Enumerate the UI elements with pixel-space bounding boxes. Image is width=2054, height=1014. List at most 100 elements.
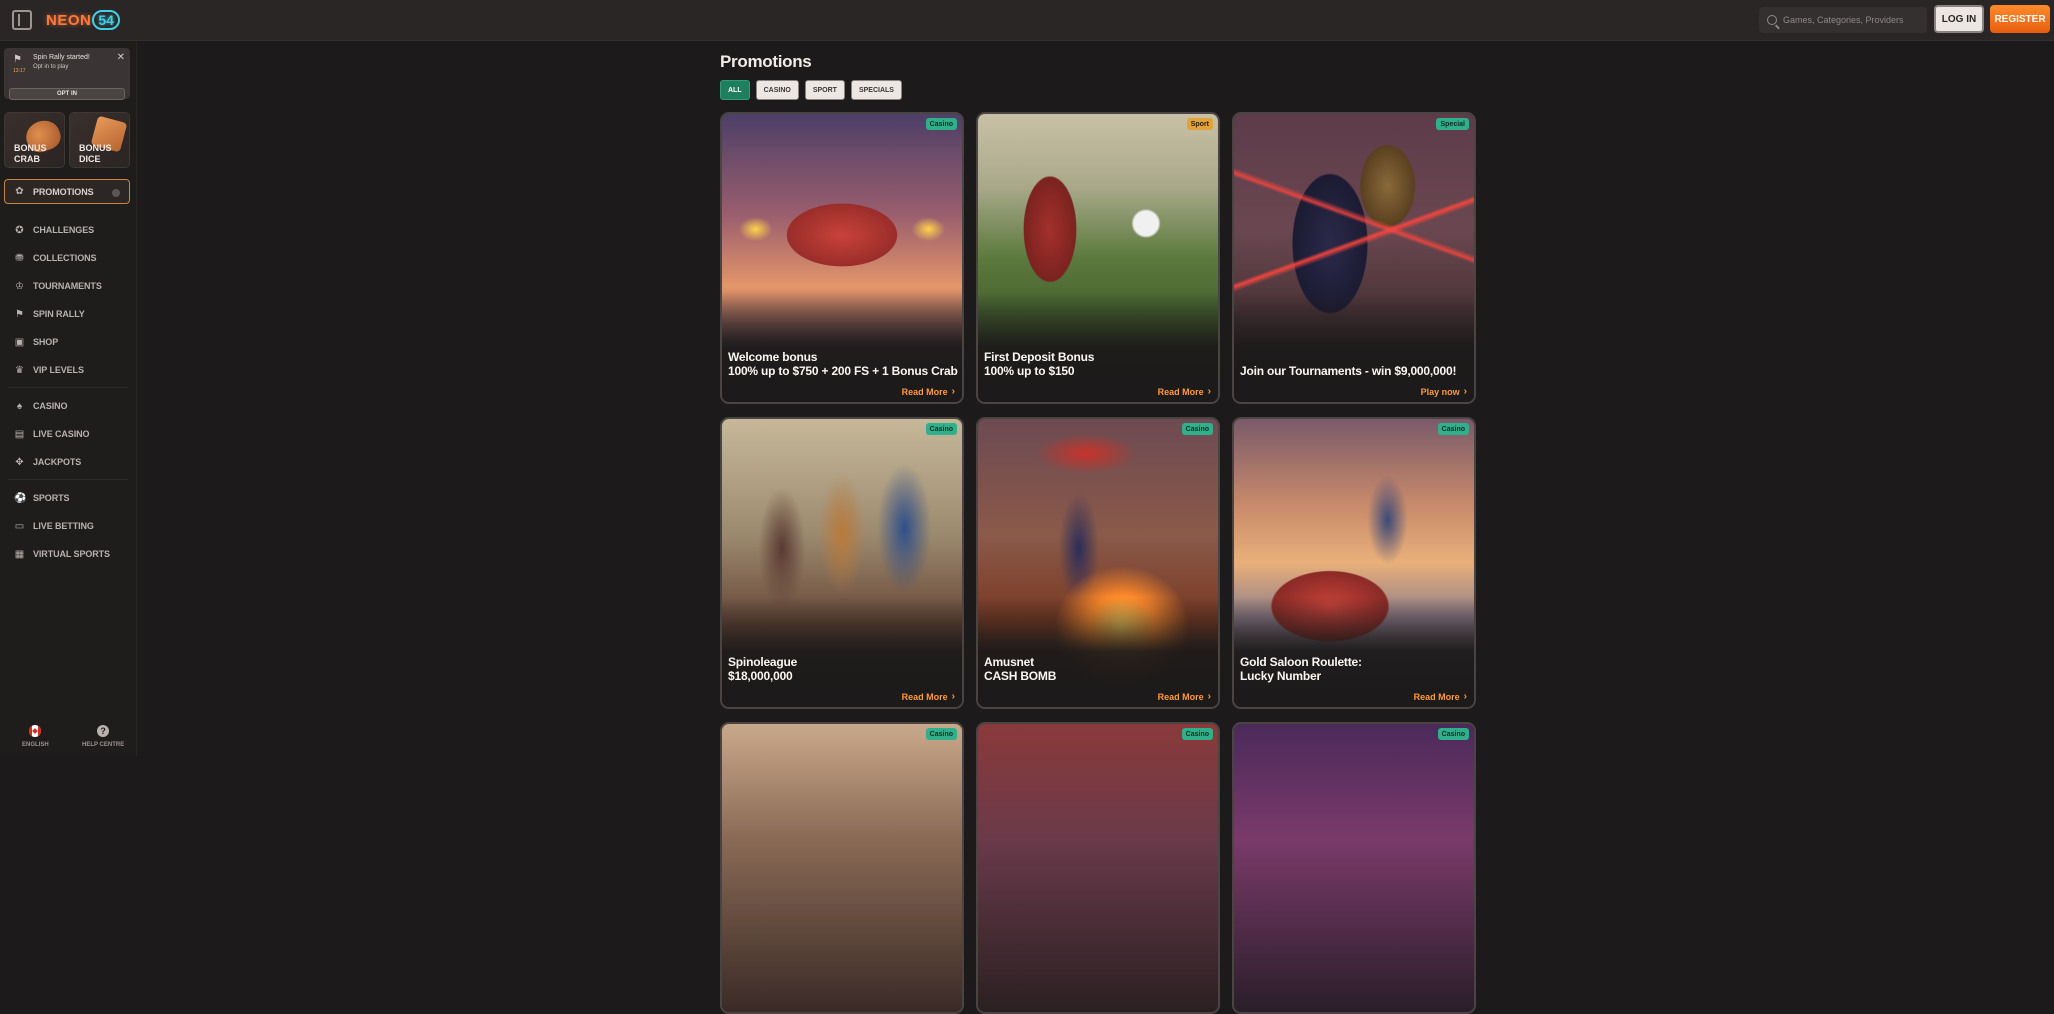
casino-icon: ♠ xyxy=(16,400,23,412)
language-selector[interactable]: ENGLISH xyxy=(22,725,49,748)
help-icon: ? xyxy=(97,725,110,737)
filter-casino[interactable]: CASINO xyxy=(755,80,799,100)
sidebar-toggle-icon[interactable] xyxy=(12,10,32,30)
card-title: Spinoleague $18,000,000 xyxy=(728,655,960,683)
status-dot xyxy=(112,189,120,197)
card-title: Gold Saloon Roulette: Lucky Number xyxy=(1240,655,1472,683)
sidebar-item-label: LIVE CASINO xyxy=(33,429,90,439)
card-title: Amusnet CASH BOMB xyxy=(984,655,1216,683)
sidebar-item-label: JACKPOTS xyxy=(33,457,82,467)
search-box[interactable] xyxy=(1759,7,1927,33)
sidebar-item-live-betting[interactable]: ▭ LIVE BETTING xyxy=(14,519,94,533)
sidebar: ⚑ 13:17 Spin Rally started! Opt in to pl… xyxy=(0,41,137,756)
card-title-line: 100% up to $150 xyxy=(984,364,1075,378)
opt-in-button[interactable]: OPT IN xyxy=(9,88,125,100)
filter-sport[interactable]: SPORT xyxy=(804,80,845,100)
category-badge: Special xyxy=(1436,118,1469,130)
read-more-link[interactable]: Read More › xyxy=(902,691,955,702)
sidebar-item-label: TOURNAMENTS xyxy=(33,281,102,291)
promo-card[interactable]: Casino xyxy=(720,722,964,1014)
sidebar-item-vip-levels[interactable]: ♛ VIP LEVELS xyxy=(14,363,84,377)
read-more-link[interactable]: Read More › xyxy=(902,386,955,397)
sidebar-item-label: VIP LEVELS xyxy=(33,365,84,375)
sidebar-item-challenges[interactable]: ✪ CHALLENGES xyxy=(14,223,94,237)
chevron-right-icon: › xyxy=(1207,386,1211,397)
page-title: Promotions xyxy=(720,52,812,71)
ball-icon: ⚽ xyxy=(14,492,27,504)
notification-title: Spin Rally started! xyxy=(33,54,90,61)
sidebar-item-sports[interactable]: ⚽ SPORTS xyxy=(14,491,70,505)
help-centre-link[interactable]: ? HELP CENTRE xyxy=(82,725,124,748)
promo-card[interactable]: Casino Spinoleague $18,000,000 Read More… xyxy=(720,417,964,709)
register-button[interactable]: REGISTER xyxy=(1990,5,2050,33)
cta-label: Read More xyxy=(901,386,948,397)
sidebar-item-jackpots[interactable]: ✥ JACKPOTS xyxy=(14,455,81,469)
promo-card[interactable]: Casino Welcome bonus 100% up to $750 + 2… xyxy=(720,112,964,404)
category-badge: Casino xyxy=(925,118,957,130)
cta-label: Read More xyxy=(1157,386,1204,397)
sidebar-item-casino[interactable]: ♠ CASINO xyxy=(14,399,68,413)
bonus-label: BONUS DICE xyxy=(79,143,112,164)
promo-card[interactable]: Sport First Deposit Bonus 100% up to $15… xyxy=(976,112,1220,404)
virtual-sports-icon: ▦ xyxy=(14,548,25,560)
card-title-line: Welcome bonus xyxy=(728,350,818,364)
chevron-right-icon: › xyxy=(1463,691,1467,702)
bonus-dice-tile[interactable]: BONUS DICE xyxy=(69,112,130,168)
sidebar-item-live-casino[interactable]: ▤ LIVE CASINO xyxy=(14,427,90,441)
sidebar-item-label: SPIN RALLY xyxy=(33,309,85,319)
category-badge: Sport xyxy=(1186,118,1213,130)
read-more-link[interactable]: Read More › xyxy=(1414,691,1467,702)
promo-image xyxy=(1234,724,1474,1012)
sidebar-item-promotions[interactable]: ✿ PROMOTIONS xyxy=(4,179,130,204)
site-logo[interactable]: NEON 54 xyxy=(46,8,120,32)
divider xyxy=(8,479,128,480)
sidebar-item-spin-rally[interactable]: ⚑ SPIN RALLY xyxy=(14,307,85,321)
category-badge: Casino xyxy=(1437,423,1469,435)
cta-label: Read More xyxy=(1413,691,1460,702)
promo-card[interactable]: Casino Amusnet CASH BOMB Read More › xyxy=(976,417,1220,709)
logo-text: NEON xyxy=(46,11,92,29)
play-now-link[interactable]: Play now › xyxy=(1421,386,1467,397)
sidebar-item-label: VIRTUAL SPORTS xyxy=(33,549,110,559)
close-icon[interactable]: ✕ xyxy=(117,52,125,63)
sidebar-item-label: SHOP xyxy=(33,337,59,347)
category-badge: Casino xyxy=(1181,423,1213,435)
trophy-badge-icon: ✪ xyxy=(15,224,24,236)
card-title-line: $18,000,000 xyxy=(728,669,793,683)
filter-all[interactable]: ALL xyxy=(720,80,750,100)
category-badge: Casino xyxy=(925,423,957,435)
filter-specials[interactable]: SPECIALS xyxy=(850,80,902,100)
card-title-line: Lucky Number xyxy=(1240,669,1321,683)
login-button[interactable]: LOG IN xyxy=(1934,5,1984,33)
promo-card[interactable]: Casino xyxy=(1232,722,1476,1014)
bonus-label: BONUS CRAB xyxy=(14,143,47,164)
sidebar-item-label: CASINO xyxy=(33,401,68,411)
card-title-line: Gold Saloon Roulette: xyxy=(1240,655,1362,669)
cup-icon: ♔ xyxy=(15,280,24,292)
category-badge: Casino xyxy=(925,728,957,740)
sidebar-item-tournaments[interactable]: ♔ TOURNAMENTS xyxy=(14,279,102,293)
card-title-line: Spinoleague xyxy=(728,655,798,669)
card-title: Welcome bonus 100% up to $750 + 200 FS +… xyxy=(728,350,960,378)
promo-card[interactable]: Casino Gold Saloon Roulette: Lucky Numbe… xyxy=(1232,417,1476,709)
search-input[interactable] xyxy=(1783,15,1923,25)
read-more-link[interactable]: Read More › xyxy=(1158,386,1211,397)
category-badge: Casino xyxy=(1181,728,1213,740)
jackpot-icon: ✥ xyxy=(15,456,24,468)
notification-subtitle: Opt in to play xyxy=(33,64,69,70)
flag-icon: ⚑ xyxy=(15,308,24,320)
divider xyxy=(8,387,128,388)
flag-icon: ⚑ xyxy=(13,54,22,65)
promo-card[interactable]: Special Join our Tournaments - win $9,00… xyxy=(1232,112,1476,404)
bonus-crab-tile[interactable]: BONUS CRAB xyxy=(4,112,65,168)
shop-icon: ▣ xyxy=(14,336,25,348)
read-more-link[interactable]: Read More › xyxy=(1158,691,1211,702)
sidebar-item-virtual-sports[interactable]: ▦ VIRTUAL SPORTS xyxy=(14,547,110,561)
chevron-right-icon: › xyxy=(951,691,955,702)
sidebar-item-collections[interactable]: ⛃ COLLECTIONS xyxy=(14,251,96,265)
chevron-right-icon: › xyxy=(951,386,955,397)
promo-image xyxy=(722,724,962,1012)
promo-card[interactable]: Casino xyxy=(976,722,1220,1014)
card-title-line: 100% up to $750 + 200 FS + 1 Bonus Crab xyxy=(728,364,958,378)
sidebar-item-shop[interactable]: ▣ SHOP xyxy=(14,335,58,349)
